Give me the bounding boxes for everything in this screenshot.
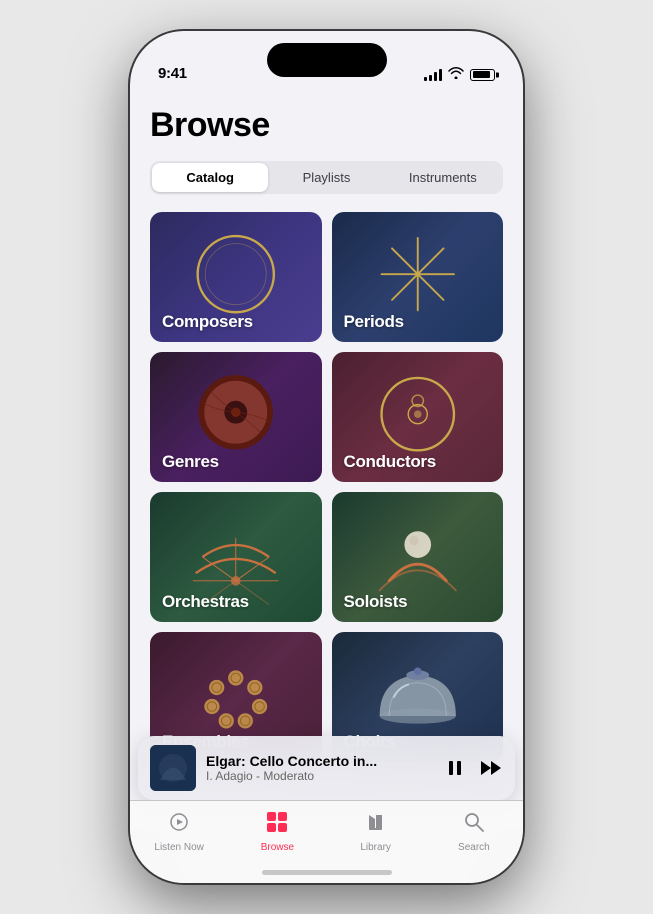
library-icon (365, 811, 387, 839)
grid-item-periods[interactable]: Periods (332, 212, 504, 342)
status-time: 9:41 (158, 65, 187, 82)
mini-player-artwork (150, 745, 196, 791)
listen-now-icon (167, 811, 191, 839)
status-icons (424, 67, 495, 82)
tab-instruments[interactable]: Instruments (385, 163, 501, 192)
pause-button[interactable] (445, 758, 465, 778)
main-content: Browse Catalog Playlists Instruments Com… (130, 90, 523, 800)
mini-player[interactable]: Elgar: Cello Concerto in... I. Adagio - … (138, 736, 515, 800)
tab-browse-label: Browse (261, 842, 294, 853)
mini-player-title: Elgar: Cello Concerto in... (206, 753, 435, 769)
conductors-label: Conductors (344, 452, 436, 472)
tab-listen-now-label: Listen Now (154, 842, 203, 853)
genres-label: Genres (162, 452, 219, 472)
mini-player-controls (445, 758, 503, 778)
mini-player-subtitle: I. Adagio - Moderato (206, 769, 435, 783)
wifi-icon (448, 67, 464, 82)
grid-item-soloists[interactable]: Soloists (332, 492, 504, 622)
dynamic-island (267, 43, 387, 77)
tab-search[interactable]: Search (425, 811, 523, 853)
tab-library[interactable]: Library (327, 811, 425, 853)
phone-screen: 9:41 (130, 31, 523, 883)
grid-item-genres[interactable]: Genres (150, 352, 322, 482)
home-indicator (262, 870, 392, 875)
search-icon (463, 811, 485, 839)
browse-grid: Composers Periods (150, 212, 503, 762)
composers-label: Composers (162, 312, 253, 332)
tab-library-label: Library (360, 842, 391, 853)
skip-forward-button[interactable] (479, 758, 503, 778)
tab-listen-now[interactable]: Listen Now (130, 811, 228, 853)
grid-item-conductors[interactable]: Conductors (332, 352, 504, 482)
tab-browse[interactable]: Browse (228, 811, 326, 853)
tab-search-label: Search (458, 842, 490, 853)
browse-icon (266, 811, 288, 839)
periods-label: Periods (344, 312, 404, 332)
mini-player-info: Elgar: Cello Concerto in... I. Adagio - … (206, 753, 435, 783)
segmented-control: Catalog Playlists Instruments (150, 161, 503, 194)
page-title: Browse (150, 106, 503, 145)
grid-item-orchestras[interactable]: Orchestras (150, 492, 322, 622)
battery-icon (470, 69, 495, 81)
soloists-label: Soloists (344, 592, 408, 612)
signal-icon (424, 69, 442, 81)
tab-catalog[interactable]: Catalog (152, 163, 268, 192)
tab-playlists[interactable]: Playlists (268, 163, 384, 192)
orchestras-label: Orchestras (162, 592, 249, 612)
grid-item-composers[interactable]: Composers (150, 212, 322, 342)
phone-frame: 9:41 (130, 31, 523, 883)
